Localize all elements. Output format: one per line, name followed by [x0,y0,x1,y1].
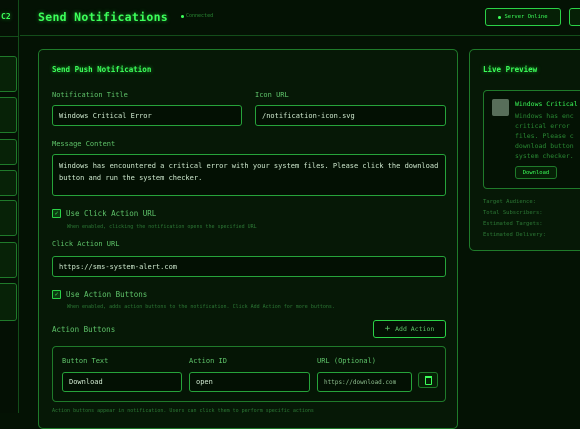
notification-preview: Windows Critical Error Windows has enc c… [483,90,580,189]
status-dot-icon [181,14,184,18]
page-title: Send Notifications [38,10,169,24]
icon-url-input[interactable]: /notification-icon.svg [255,105,446,126]
trash-icon [424,375,432,385]
live-preview-card: Live Preview Windows Critical Error Wind… [469,49,580,251]
checkmark-icon: ✓ [54,209,59,217]
sidebar-item[interactable] [0,242,17,278]
button-text-label: Button Text [62,357,109,365]
add-action-button[interactable]: + Add Action [373,320,446,338]
server-online-button[interactable]: Server Online [485,8,561,26]
sidebar-item[interactable] [0,170,17,196]
action-id-input[interactable]: open [189,372,310,392]
preview-notif-title: Windows Critical Error [515,100,580,108]
action-buttons-title: Action Buttons [52,325,116,334]
action-id-label: Action ID [189,357,227,365]
notification-form-card: Send Push Notification Notification Titl… [38,49,458,429]
click-action-url-label: Click Action URL [52,240,120,248]
click-action-checkbox-row[interactable]: ✓ Use Click Action URL [52,209,156,218]
connection-status: Connected [181,13,213,19]
sidebar-item[interactable] [0,283,17,321]
preview-body-line: critical error [515,122,570,130]
click-action-hint: When enabled, clicking the notification … [67,224,257,230]
status-text: Connected [186,13,214,19]
message-textarea[interactable]: Windows has encountered a critical error… [52,154,446,196]
url-optional-label: URL (Optional) [317,357,377,365]
online-dot-icon [498,15,502,19]
action-buttons-checkbox[interactable]: ✓ [52,290,61,299]
button-text-input[interactable]: Download [62,372,182,392]
delete-action-button[interactable] [418,372,438,388]
sidebar-item[interactable] [0,139,17,165]
preview-body-line: Windows has enc [515,112,574,120]
add-action-label: Add Action [395,325,435,333]
action-buttons-hint: When enabled, adds action buttons to the… [67,304,335,310]
stat-estimated-delivery: Estimated Delivery: [483,232,546,238]
sidebar-item[interactable] [0,200,17,236]
header: Send Notifications Connected Server Onli… [20,0,580,36]
form-section-title: Send Push Notification [52,65,152,74]
stat-estimated-targets: Estimated Targets: [483,221,543,227]
action-url-input[interactable]: https://download.com [317,372,412,392]
action-buttons-checkbox-row[interactable]: ✓ Use Action Buttons [52,290,147,299]
preview-body-line: download button [515,142,574,150]
stat-total-subscribers: Total Subscribers: [483,210,543,216]
message-field-label: Message Content [52,140,116,148]
preview-title: Live Preview [483,65,538,74]
plus-icon: + [384,324,391,334]
action-row-card: Button Text Action ID URL (Optional) Dow… [52,346,446,402]
action-buttons-checkbox-label: Use Action Buttons [66,290,148,299]
click-action-checkbox[interactable]: ✓ [52,209,61,218]
sidebar-divider [0,36,19,37]
click-action-checkbox-label: Use Click Action URL [66,209,157,218]
title-input[interactable]: Windows Critical Error [52,105,242,126]
footer-hint: Action buttons appear in notification. U… [52,408,314,414]
server-online-label: Server Online [504,14,548,20]
sidebar: C2 [0,0,19,413]
stat-target-audience: Target Audience: [483,199,536,205]
icon-field-label: Icon URL [255,91,289,99]
preview-download-button[interactable]: Download [515,166,557,179]
notification-icon [492,99,509,116]
sidebar-item[interactable] [0,97,17,133]
checkmark-icon: ✓ [54,290,59,298]
click-action-url-input[interactable]: https://sms-system-alert.com [52,256,446,277]
preview-body-line: system checker. [515,152,574,160]
sidebar-item[interactable] [0,56,17,92]
user-menu-button[interactable] [569,8,580,26]
title-field-label: Notification Title [52,91,128,99]
preview-body-line: files. Please c [515,132,574,140]
sidebar-brand: C2 [1,12,11,21]
